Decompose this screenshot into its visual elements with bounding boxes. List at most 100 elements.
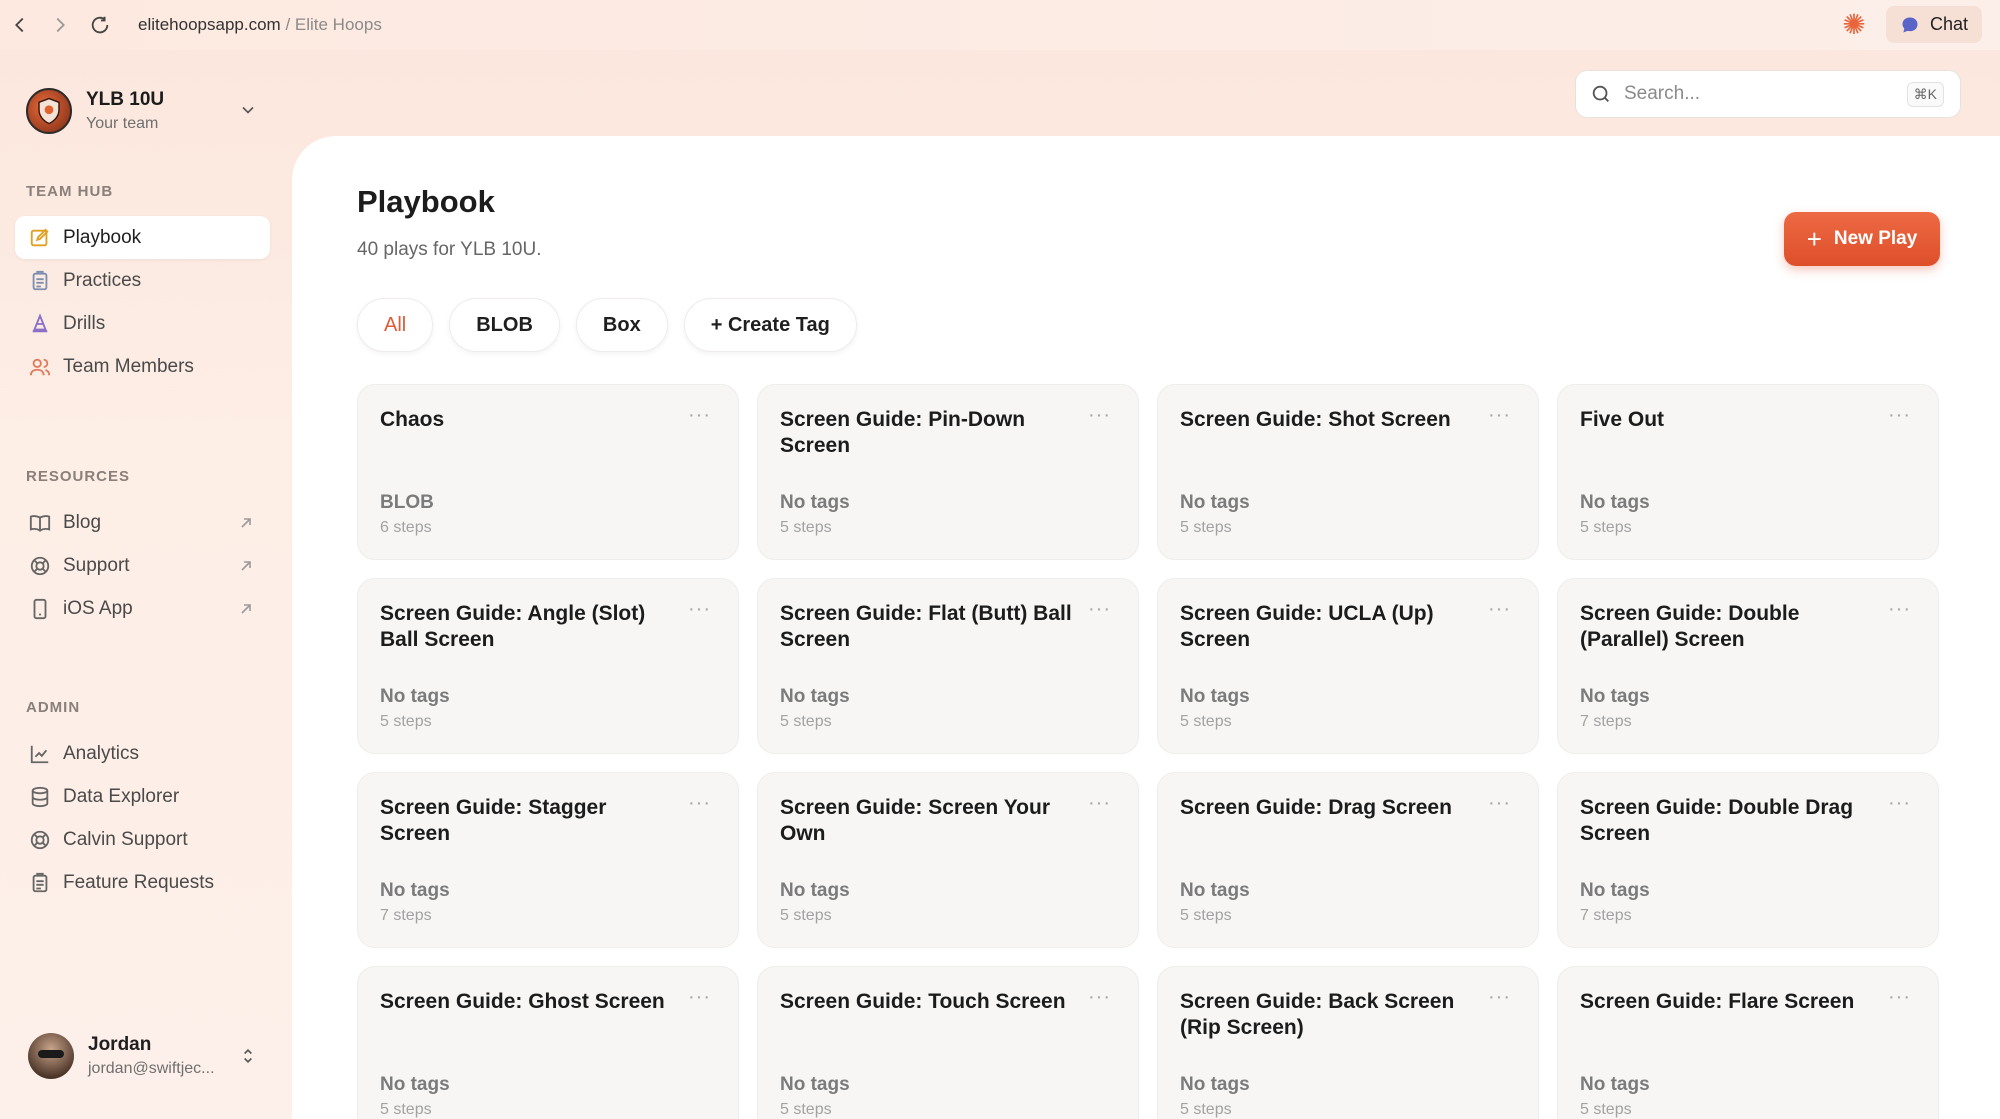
sidebar-item-feature-requests[interactable]: Feature Requests bbox=[15, 861, 270, 904]
play-card[interactable]: Screen Guide: Flat (Butt) Ball Screen ··… bbox=[757, 578, 1139, 754]
more-options-icon[interactable]: ··· bbox=[1888, 405, 1910, 425]
play-card[interactable]: Screen Guide: Flare Screen ··· No tags 5… bbox=[1557, 966, 1939, 1119]
users-icon bbox=[29, 356, 51, 378]
play-steps: 5 steps bbox=[1180, 907, 1232, 924]
team-name: YLB 10U bbox=[86, 89, 165, 110]
more-options-icon[interactable]: ··· bbox=[688, 405, 710, 425]
sidebar-item-playbook[interactable]: Playbook bbox=[15, 216, 270, 259]
url-path: / Elite Hoops bbox=[280, 15, 382, 34]
more-options-icon[interactable]: ··· bbox=[1888, 793, 1910, 813]
play-card[interactable]: Five Out ··· No tags 5 steps bbox=[1557, 384, 1939, 560]
tag-filter-bar: All BLOB Box + Create Tag bbox=[357, 298, 857, 352]
play-card[interactable]: Screen Guide: Touch Screen ··· No tags 5… bbox=[757, 966, 1139, 1119]
play-tags: No tags bbox=[780, 492, 850, 513]
more-options-icon[interactable]: ··· bbox=[1088, 793, 1110, 813]
play-steps: 7 steps bbox=[1580, 713, 1632, 730]
sidebar-item-team-members[interactable]: Team Members bbox=[15, 345, 270, 388]
user-menu[interactable]: Jordan jordan@swiftjec... bbox=[28, 1033, 258, 1079]
play-card[interactable]: Screen Guide: Double (Parallel) Screen ·… bbox=[1557, 578, 1939, 754]
new-play-button[interactable]: + New Play bbox=[1784, 212, 1940, 266]
search-input[interactable] bbox=[1624, 83, 1894, 105]
more-options-icon[interactable]: ··· bbox=[1488, 599, 1510, 619]
chevron-up-down-icon bbox=[244, 1048, 252, 1064]
search-icon bbox=[1592, 85, 1609, 102]
more-options-icon[interactable]: ··· bbox=[688, 599, 710, 619]
tag-filter-all[interactable]: All bbox=[357, 298, 434, 352]
page-title: Playbook bbox=[357, 184, 495, 219]
sidebar-item-label: Analytics bbox=[63, 742, 140, 764]
reload-icon bbox=[91, 16, 109, 34]
play-title: Screen Guide: Double Drag Screen bbox=[1580, 796, 1854, 845]
play-card[interactable]: Screen Guide: Stagger Screen ··· No tags… bbox=[357, 772, 739, 948]
play-card[interactable]: Screen Guide: Back Screen (Rip Screen) ·… bbox=[1157, 966, 1539, 1119]
play-tags: No tags bbox=[1580, 492, 1650, 513]
more-options-icon[interactable]: ··· bbox=[688, 987, 710, 1007]
play-steps: 7 steps bbox=[380, 907, 432, 924]
team-logo bbox=[26, 88, 72, 134]
sidebar-item-practices[interactable]: Practices bbox=[15, 259, 270, 302]
create-tag-button[interactable]: + Create Tag bbox=[683, 298, 857, 352]
sidebar-item-analytics[interactable]: Analytics bbox=[15, 732, 270, 775]
address-bar[interactable]: elitehoopsapp.com / Elite Hoops bbox=[138, 15, 382, 35]
play-title: Screen Guide: Stagger Screen bbox=[380, 796, 607, 845]
play-tags: No tags bbox=[780, 686, 850, 707]
more-options-icon[interactable]: ··· bbox=[688, 793, 710, 813]
more-options-icon[interactable]: ··· bbox=[1088, 405, 1110, 425]
play-tags: No tags bbox=[380, 1074, 450, 1095]
play-card[interactable]: Screen Guide: UCLA (Up) Screen ··· No ta… bbox=[1157, 578, 1539, 754]
play-title: Screen Guide: Shot Screen bbox=[1180, 408, 1451, 431]
more-options-icon[interactable]: ··· bbox=[1488, 793, 1510, 813]
more-options-icon[interactable]: ··· bbox=[1888, 987, 1910, 1007]
play-title: Five Out bbox=[1580, 408, 1665, 431]
tag-filter-blob[interactable]: BLOB bbox=[449, 298, 560, 352]
play-card[interactable]: Chaos ··· BLOB 6 steps bbox=[357, 384, 739, 560]
sparkle-icon[interactable]: ✺ bbox=[1840, 10, 1868, 39]
edit-icon bbox=[29, 227, 51, 249]
sidebar: YLB 10U Your team TEAM HUB Playbook Prac… bbox=[0, 50, 292, 1119]
tag-filter-box[interactable]: Box bbox=[575, 298, 668, 352]
play-card[interactable]: Screen Guide: Ghost Screen ··· No tags 5… bbox=[357, 966, 739, 1119]
cone-icon bbox=[29, 312, 51, 335]
user-name: Jordan bbox=[88, 1034, 152, 1055]
more-options-icon[interactable]: ··· bbox=[1888, 599, 1910, 619]
search-box[interactable]: ⌘K bbox=[1575, 70, 1961, 118]
play-card[interactable]: Screen Guide: Angle (Slot) Ball Screen ·… bbox=[357, 578, 739, 754]
play-card[interactable]: Screen Guide: Shot Screen ··· No tags 5 … bbox=[1157, 384, 1539, 560]
play-steps: 6 steps bbox=[380, 519, 432, 536]
play-card[interactable]: Screen Guide: Drag Screen ··· No tags 5 … bbox=[1157, 772, 1539, 948]
play-card[interactable]: Screen Guide: Pin-Down Screen ··· No tag… bbox=[757, 384, 1139, 560]
external-link-icon bbox=[241, 560, 251, 571]
more-options-icon[interactable]: ··· bbox=[1088, 599, 1110, 619]
sidebar-item-label: Feature Requests bbox=[63, 871, 215, 893]
play-card[interactable]: Screen Guide: Screen Your Own ··· No tag… bbox=[757, 772, 1139, 948]
play-title: Screen Guide: Drag Screen bbox=[1180, 796, 1452, 819]
chevron-right-icon bbox=[56, 17, 65, 33]
play-tags: No tags bbox=[380, 880, 450, 901]
play-title: Screen Guide: Ghost Screen bbox=[380, 990, 665, 1013]
sidebar-item-label: Calvin Support bbox=[63, 828, 188, 850]
forward-button[interactable] bbox=[40, 5, 80, 45]
play-steps: 5 steps bbox=[780, 713, 832, 730]
sidebar-item-data-explorer[interactable]: Data Explorer bbox=[15, 775, 270, 818]
sidebar-item-ios-app[interactable]: iOS App bbox=[15, 587, 270, 630]
play-tags: No tags bbox=[1580, 1074, 1650, 1095]
play-title: Screen Guide: Angle (Slot) Ball Screen bbox=[380, 602, 646, 651]
more-options-icon[interactable]: ··· bbox=[1088, 987, 1110, 1007]
external-link-icon bbox=[241, 517, 251, 528]
reload-button[interactable] bbox=[80, 5, 120, 45]
back-button[interactable] bbox=[0, 5, 40, 45]
user-email: jordan@swiftjec... bbox=[88, 1060, 215, 1077]
chevron-down-icon bbox=[242, 106, 254, 114]
team-switcher[interactable]: YLB 10U Your team bbox=[26, 88, 258, 134]
play-card[interactable]: Screen Guide: Double Drag Screen ··· No … bbox=[1557, 772, 1939, 948]
sidebar-item-support[interactable]: Support bbox=[15, 544, 270, 587]
sidebar-item-calvin-support[interactable]: Calvin Support bbox=[15, 818, 270, 861]
play-title: Screen Guide: UCLA (Up) Screen bbox=[1180, 602, 1434, 651]
section-label-team-hub: TEAM HUB bbox=[26, 183, 114, 200]
sidebar-item-blog[interactable]: Blog bbox=[15, 501, 270, 544]
play-steps: 5 steps bbox=[1180, 519, 1232, 536]
more-options-icon[interactable]: ··· bbox=[1488, 405, 1510, 425]
sidebar-item-drills[interactable]: Drills bbox=[15, 302, 270, 345]
more-options-icon[interactable]: ··· bbox=[1488, 987, 1510, 1007]
chat-button[interactable]: Chat bbox=[1885, 6, 1982, 43]
